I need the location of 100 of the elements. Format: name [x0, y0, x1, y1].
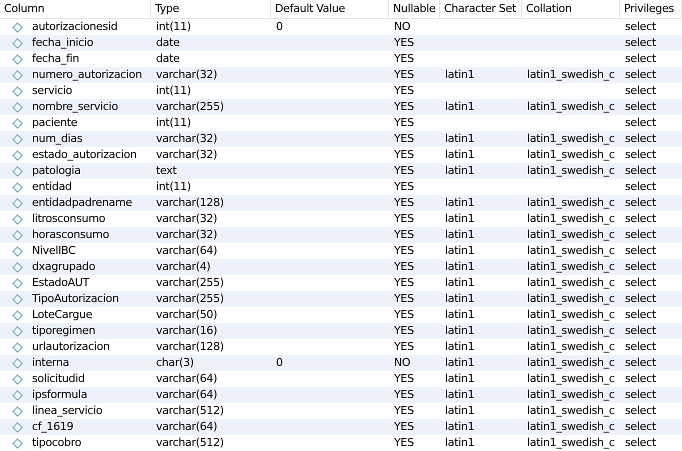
table-cell: tipocobro [32, 435, 82, 451]
table-cell: char(3) [156, 355, 194, 371]
table-cell: varchar(128) [156, 195, 224, 211]
diamond-icon [12, 118, 23, 128]
table-cell: select [625, 387, 656, 403]
table-cell: latin1_swedish_c [527, 227, 615, 243]
table-cell: ipsformula [32, 387, 88, 403]
table-cell: YES [394, 387, 414, 403]
diamond-icon [12, 198, 23, 208]
diamond-icon [12, 422, 23, 432]
diamond-icon [12, 70, 23, 80]
table-cell: EstadoAUT [32, 275, 90, 291]
diamond-icon [12, 214, 23, 224]
table-cell: text [156, 163, 177, 179]
table-cell: NO [394, 355, 410, 371]
column-header[interactable]: Character Set [440, 0, 522, 18]
diamond-icon [12, 294, 23, 304]
table-cell: select [625, 291, 656, 307]
table-cell: latin1_swedish_c [527, 339, 615, 355]
diamond-icon [12, 150, 23, 160]
table-cell: linea_servicio [32, 403, 102, 419]
table-cell: latin1_swedish_c [527, 307, 615, 323]
table-cell: latin1 [445, 307, 474, 323]
table-cell: patologia [32, 163, 81, 179]
table-cell: YES [394, 323, 414, 339]
table-cell: solicitudid [32, 371, 85, 387]
table-cell: latin1 [445, 211, 474, 227]
table-cell: YES [394, 275, 414, 291]
table-cell: latin1 [445, 243, 474, 259]
table-cell: latin1 [445, 435, 474, 451]
table-cell: latin1 [445, 259, 474, 275]
table-cell: latin1 [445, 67, 474, 83]
table-cell: select [625, 195, 656, 211]
table-cell: numero_autorizacion [32, 67, 142, 83]
table-cell: int(11) [156, 179, 191, 195]
table-cell: select [625, 99, 656, 115]
table-cell: latin1 [445, 323, 474, 339]
table-cell: latin1 [445, 403, 474, 419]
diamond-icon [12, 86, 23, 96]
column-header[interactable]: Type [151, 0, 271, 18]
table-cell: latin1_swedish_c [527, 243, 615, 259]
column-header[interactable]: Nullable [389, 0, 440, 18]
table-cell: latin1 [445, 355, 474, 371]
table-cell: urlautorizacion [32, 339, 110, 355]
table-cell: latin1_swedish_c [527, 291, 615, 307]
table-cell: select [625, 35, 656, 51]
table-cell: select [625, 371, 656, 387]
table-cell: select [625, 131, 656, 147]
diamond-icon [12, 390, 23, 400]
diamond-icon [12, 22, 23, 32]
table-cell: varchar(64) [156, 371, 218, 387]
table-cell: latin1_swedish_c [527, 195, 615, 211]
table-cell: latin1 [445, 195, 474, 211]
column-header[interactable]: Column [0, 0, 151, 18]
table-cell: latin1_swedish_c [527, 99, 615, 115]
table-cell: paciente [32, 115, 78, 131]
table-cell: latin1 [445, 387, 474, 403]
table-cell: fecha_fin [32, 51, 80, 67]
diamond-icon [12, 342, 23, 352]
table-cell: varchar(32) [156, 147, 218, 163]
diamond-icon [12, 134, 23, 144]
table-cell: varchar(128) [156, 339, 224, 355]
table-cell: latin1 [445, 227, 474, 243]
diamond-icon [12, 326, 23, 336]
table-cell: latin1 [445, 163, 474, 179]
diamond-icon [12, 374, 23, 384]
table-cell: YES [394, 83, 414, 99]
table-cell: YES [394, 163, 414, 179]
column-header[interactable]: Privileges [620, 0, 682, 18]
table-cell: YES [394, 51, 414, 67]
table-cell: latin1_swedish_c [527, 67, 615, 83]
table-cell: autorizacionesid [32, 19, 118, 35]
diamond-icon [12, 230, 23, 240]
table-cell: int(11) [156, 83, 191, 99]
table-cell: YES [394, 419, 414, 435]
table-cell: varchar(4) [156, 259, 210, 275]
column-header[interactable]: Default Value [271, 0, 389, 18]
table-cell: estado_autorizacion [32, 147, 137, 163]
table-cell: varchar(64) [156, 243, 218, 259]
table-cell: num_dias [32, 131, 82, 147]
table-cell: latin1_swedish_c [527, 355, 615, 371]
table-cell: select [625, 147, 656, 163]
column-header[interactable]: Collation [522, 0, 620, 18]
diamond-icon [12, 38, 23, 48]
table-cell: date [156, 51, 180, 67]
table-cell: latin1 [445, 99, 474, 115]
table-cell: varchar(32) [156, 227, 218, 243]
table-cell: TipoAutorizacion [32, 291, 119, 307]
table-cell: YES [394, 211, 414, 227]
table-cell: YES [394, 131, 414, 147]
table-cell: select [625, 227, 656, 243]
table-cell: latin1_swedish_c [527, 163, 615, 179]
table-cell: YES [394, 67, 414, 83]
table-cell: varchar(32) [156, 211, 218, 227]
table-cell: latin1_swedish_c [527, 147, 615, 163]
diamond-icon [12, 166, 23, 176]
table-cell: entidad [32, 179, 72, 195]
table-cell: varchar(16) [156, 323, 218, 339]
table-cell: YES [394, 403, 414, 419]
table-cell: select [625, 115, 656, 131]
